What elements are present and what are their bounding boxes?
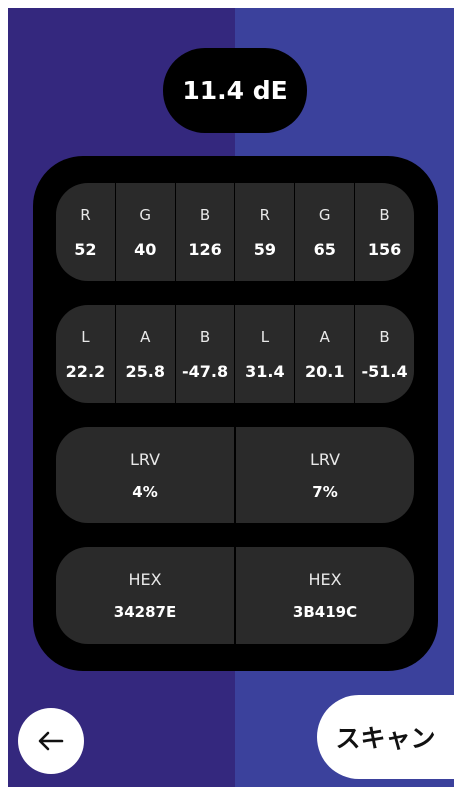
channel-label: G [139, 205, 152, 224]
channel-label: G [318, 205, 331, 224]
hex-value: 34287E [113, 603, 177, 621]
lrv-right: LRV 7% [234, 427, 414, 523]
channel-value: 59 [253, 239, 277, 259]
channel-value: 40 [134, 239, 157, 259]
channel-label: A [140, 327, 151, 346]
lrv-label: LRV [129, 449, 161, 469]
comparison-panel: R 52 G 40 B 126 R 59 G 65 B 156 L 22.2 A… [33, 156, 438, 671]
channel-label: L [260, 327, 270, 346]
rgb-left-b: B 126 [174, 183, 235, 281]
lab-left-l: L 22.2 [56, 305, 115, 403]
hex-label: HEX [128, 570, 162, 589]
lrv-label: LRV [309, 449, 341, 469]
channel-label: B [199, 327, 211, 346]
lrv-value: 4% [132, 482, 158, 501]
channel-value: 156 [367, 239, 402, 259]
rgb-left-r: R 52 [56, 183, 115, 281]
channel-value: 31.4 [245, 361, 285, 381]
lrv-left: LRV 4% [56, 427, 234, 523]
lab-left-b: B -47.8 [174, 305, 235, 403]
rgb-right-g: G 65 [294, 183, 354, 281]
rgb-left-g: G 40 [114, 183, 175, 281]
channel-value: 25.8 [125, 361, 165, 381]
channel-value: 22.2 [65, 361, 106, 381]
lab-right-b: B -51.4 [354, 305, 414, 403]
lab-row: L 22.2 A 25.8 B -47.8 L 31.4 A 20.1 B -5… [56, 305, 414, 403]
hex-value: 3B419C [292, 603, 358, 621]
hex-right: HEX 3B419C [234, 547, 414, 644]
channel-label: R [80, 205, 91, 224]
lab-right-a: A 20.1 [294, 305, 354, 403]
channel-label: B [199, 205, 211, 224]
channel-label: B [379, 327, 390, 346]
delta-e-badge: 11.4 dE [163, 48, 307, 133]
channel-label: R [259, 205, 271, 224]
lab-right-l: L 31.4 [234, 305, 294, 403]
channel-value: 65 [313, 239, 336, 259]
arrow-left-icon [38, 731, 64, 751]
channel-label: L [81, 327, 90, 346]
hex-left: HEX 34287E [56, 547, 234, 644]
scan-button[interactable]: スキャン [317, 695, 454, 779]
channel-value: 52 [74, 239, 97, 259]
channel-value: 20.1 [304, 361, 345, 381]
back-button[interactable] [18, 708, 84, 774]
channel-value: -47.8 [182, 361, 229, 381]
channel-value: -51.4 [361, 361, 408, 381]
lab-left-a: A 25.8 [114, 305, 175, 403]
rgb-right-r: R 59 [234, 183, 294, 281]
lrv-row: LRV 4% LRV 7% [56, 427, 414, 523]
rgb-right-b: B 156 [354, 183, 414, 281]
channel-label: A [319, 327, 330, 346]
hex-label: HEX [308, 570, 342, 589]
channel-value: 126 [188, 239, 222, 259]
rgb-row: R 52 G 40 B 126 R 59 G 65 B 156 [56, 183, 414, 281]
lrv-value: 7% [312, 482, 338, 501]
hex-row: HEX 34287E HEX 3B419C [56, 547, 414, 644]
channel-label: B [379, 205, 390, 224]
